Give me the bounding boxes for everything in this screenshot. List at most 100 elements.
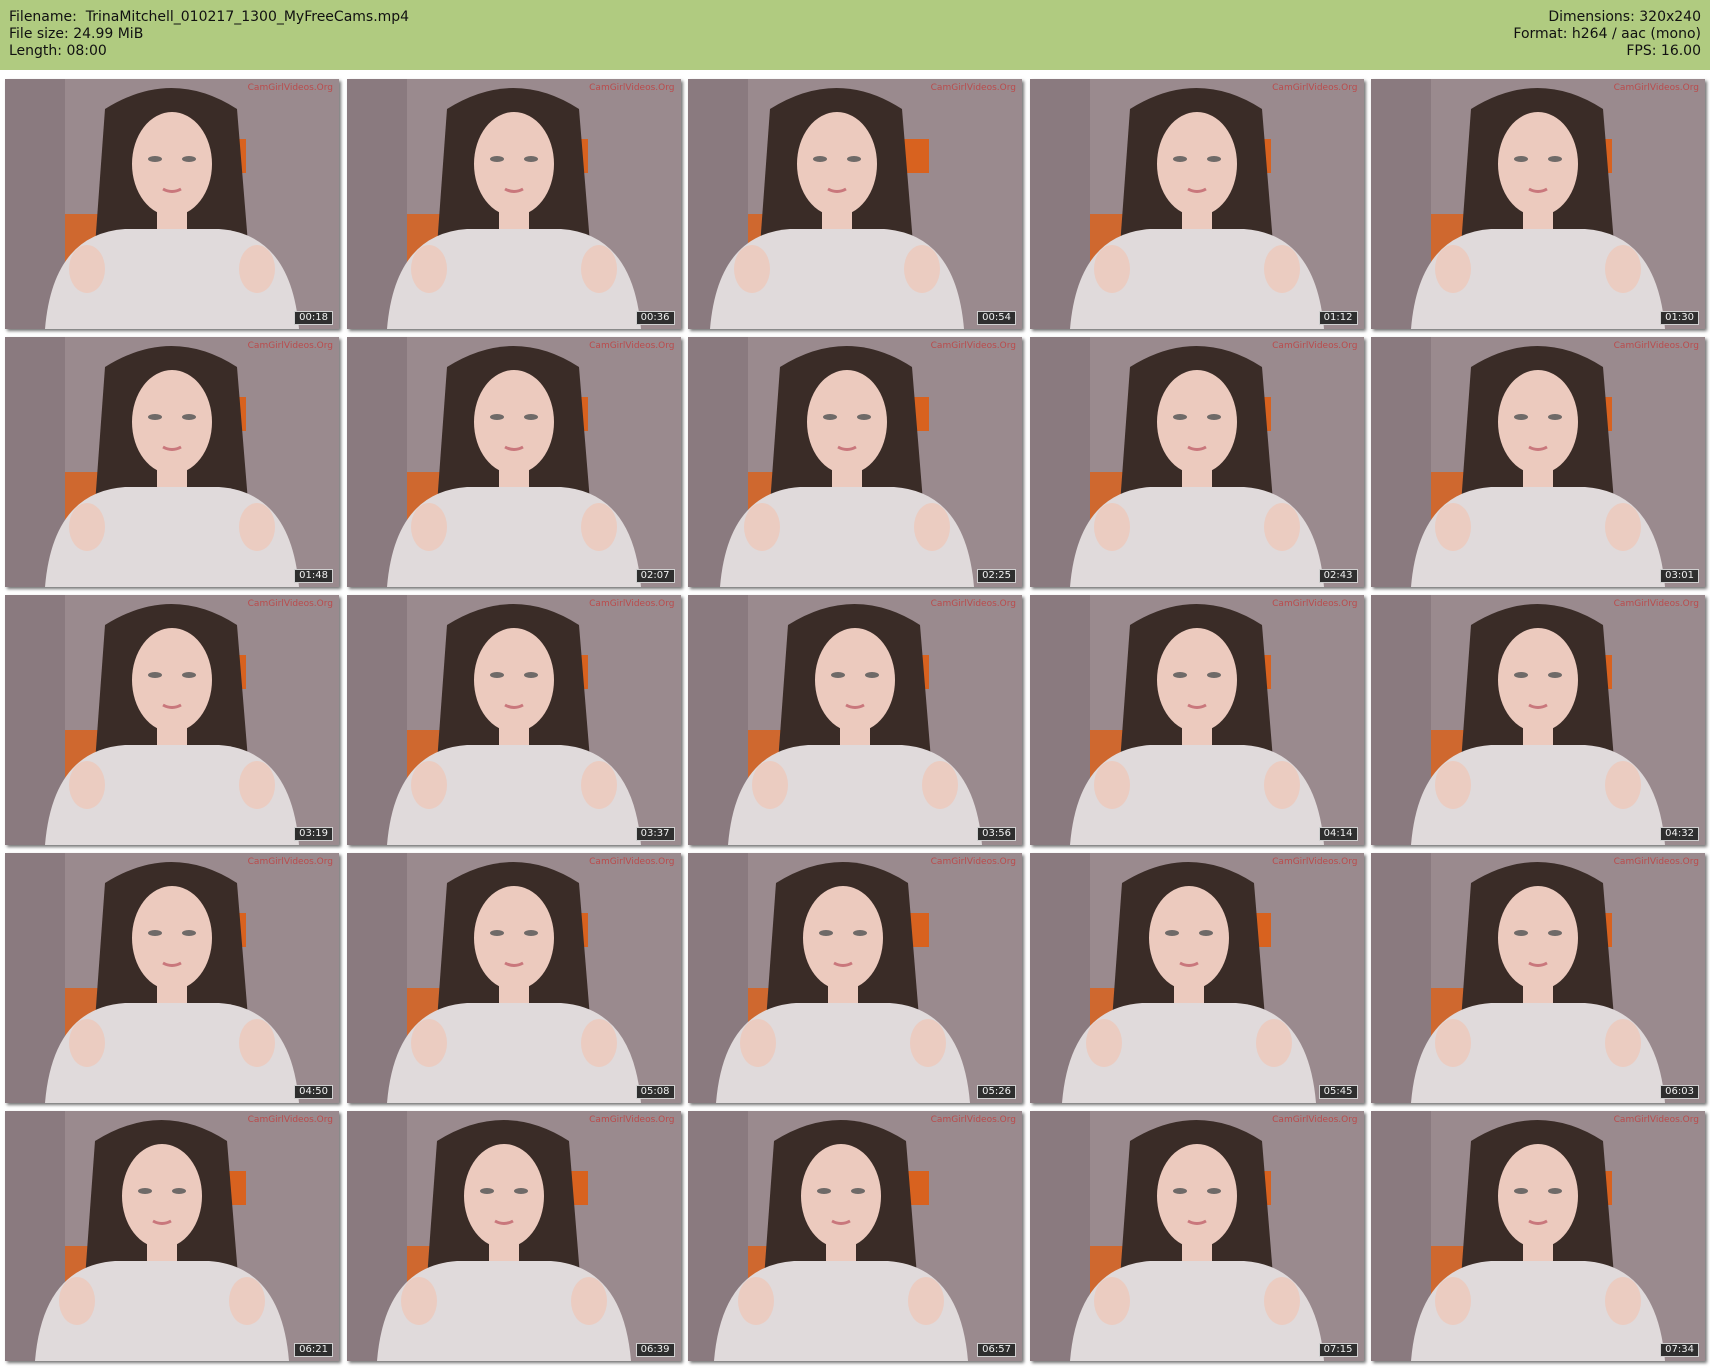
video-frame-thumbnail: CamGirlVideos.Org 06:03 — [1371, 853, 1705, 1103]
video-frame-thumbnail: CamGirlVideos.Org 07:15 — [1029, 1111, 1364, 1361]
watermark: CamGirlVideos.Org — [1272, 83, 1358, 93]
video-frame-thumbnail: CamGirlVideos.Org 04:32 — [1371, 595, 1705, 845]
watermark: CamGirlVideos.Org — [247, 341, 333, 351]
dimensions-row: Dimensions: 320x240 — [1513, 9, 1701, 26]
dimensions-label: Dimensions: — [1548, 9, 1635, 25]
fps-row: FPS: 16.00 — [1513, 43, 1701, 60]
watermark: CamGirlVideos.Org — [1613, 83, 1699, 93]
frame-timestamp: 04:32 — [1660, 827, 1699, 841]
frame-timestamp: 06:57 — [977, 1343, 1016, 1357]
watermark: CamGirlVideos.Org — [1613, 1115, 1699, 1125]
frame-timestamp: 06:39 — [635, 1343, 675, 1357]
info-right: Dimensions: 320x240 Format: h264 / aac (… — [1513, 9, 1701, 60]
info-left: Filename: TrinaMitchell_010217_1300_MyFr… — [9, 9, 409, 60]
frame-timestamp: 03:37 — [635, 827, 675, 841]
video-frame-thumbnail: CamGirlVideos.Org 00:36 — [346, 79, 681, 329]
watermark: CamGirlVideos.Org — [930, 341, 1016, 351]
frame-timestamp: 05:08 — [635, 1085, 675, 1099]
video-frame-thumbnail: CamGirlVideos.Org 04:50 — [5, 853, 339, 1103]
frame-image — [5, 595, 339, 845]
thumbnail-grid: CamGirlVideos.Org 00:18 CamGirlVideos.Org 0… — [5, 79, 1705, 1367]
frame-timestamp: 01:30 — [1660, 311, 1699, 325]
watermark: CamGirlVideos.Org — [247, 83, 333, 93]
video-frame-thumbnail: CamGirlVideos.Org 07:34 — [1371, 1111, 1705, 1361]
frame-image — [346, 853, 681, 1103]
frame-image — [5, 1111, 339, 1361]
video-frame-thumbnail: CamGirlVideos.Org 05:08 — [346, 853, 681, 1103]
watermark: CamGirlVideos.Org — [930, 857, 1016, 867]
watermark: CamGirlVideos.Org — [589, 1115, 675, 1125]
frame-image — [1029, 79, 1364, 329]
frame-image — [1371, 853, 1705, 1103]
frame-image — [1371, 337, 1705, 587]
info-header: Filename: TrinaMitchell_010217_1300_MyFr… — [0, 0, 1710, 70]
frame-image — [1371, 595, 1705, 845]
watermark: CamGirlVideos.Org — [1272, 341, 1358, 351]
length-label: Length: — [9, 43, 63, 59]
video-frame-thumbnail: CamGirlVideos.Org 04:14 — [1029, 595, 1364, 845]
video-frame-thumbnail: CamGirlVideos.Org 05:26 — [688, 853, 1022, 1103]
frame-timestamp: 05:45 — [1318, 1085, 1358, 1099]
watermark: CamGirlVideos.Org — [589, 857, 675, 867]
video-frame-thumbnail: CamGirlVideos.Org 06:57 — [688, 1111, 1022, 1361]
watermark: CamGirlVideos.Org — [589, 83, 675, 93]
filesize-row: File size: 24.99 MiB — [9, 26, 409, 43]
frame-timestamp: 00:36 — [635, 311, 675, 325]
watermark: CamGirlVideos.Org — [1613, 341, 1699, 351]
video-frame-thumbnail: CamGirlVideos.Org 02:43 — [1029, 337, 1364, 587]
frame-timestamp: 02:25 — [977, 569, 1016, 583]
video-frame-thumbnail: CamGirlVideos.Org 06:39 — [346, 1111, 681, 1361]
filename-row: Filename: TrinaMitchell_010217_1300_MyFr… — [9, 9, 409, 26]
watermark: CamGirlVideos.Org — [247, 1115, 333, 1125]
watermark: CamGirlVideos.Org — [930, 83, 1016, 93]
watermark: CamGirlVideos.Org — [930, 1115, 1016, 1125]
frame-timestamp: 04:50 — [294, 1085, 333, 1099]
dimensions-value: 320x240 — [1639, 9, 1701, 25]
watermark: CamGirlVideos.Org — [247, 857, 333, 867]
format-row: Format: h264 / aac (mono) — [1513, 26, 1701, 43]
watermark: CamGirlVideos.Org — [1272, 1115, 1358, 1125]
frame-image — [688, 595, 1022, 845]
frame-image — [1371, 79, 1705, 329]
frame-timestamp: 06:21 — [294, 1343, 333, 1357]
video-frame-thumbnail: CamGirlVideos.Org 01:30 — [1371, 79, 1705, 329]
video-frame-thumbnail: CamGirlVideos.Org 01:12 — [1029, 79, 1364, 329]
frame-image — [688, 79, 1022, 329]
watermark: CamGirlVideos.Org — [1613, 599, 1699, 609]
video-frame-thumbnail: CamGirlVideos.Org 03:37 — [346, 595, 681, 845]
video-frame-thumbnail: CamGirlVideos.Org 03:01 — [1371, 337, 1705, 587]
frame-timestamp: 03:56 — [977, 827, 1016, 841]
watermark: CamGirlVideos.Org — [247, 599, 333, 609]
frame-timestamp: 02:43 — [1318, 569, 1358, 583]
video-frame-thumbnail: CamGirlVideos.Org 01:48 — [5, 337, 339, 587]
frame-image — [688, 1111, 1022, 1361]
video-frame-thumbnail: CamGirlVideos.Org 03:19 — [5, 595, 339, 845]
frame-image — [1029, 337, 1364, 587]
frame-image — [688, 337, 1022, 587]
frame-image — [5, 853, 339, 1103]
frame-timestamp: 06:03 — [1660, 1085, 1699, 1099]
video-frame-thumbnail: CamGirlVideos.Org 00:54 — [688, 79, 1022, 329]
frame-timestamp: 07:34 — [1660, 1343, 1699, 1357]
frame-timestamp: 01:12 — [1318, 311, 1358, 325]
frame-image — [688, 853, 1022, 1103]
filesize-value: 24.99 MiB — [73, 26, 144, 42]
frame-image — [346, 79, 681, 329]
video-frame-thumbnail: CamGirlVideos.Org 06:21 — [5, 1111, 339, 1361]
length-row: Length: 08:00 — [9, 43, 409, 60]
watermark: CamGirlVideos.Org — [1272, 857, 1358, 867]
video-frame-thumbnail: CamGirlVideos.Org 05:45 — [1029, 853, 1364, 1103]
format-value: h264 / aac (mono) — [1571, 26, 1701, 42]
frame-image — [1029, 853, 1364, 1103]
length-value: 08:00 — [66, 43, 107, 59]
frame-image — [346, 595, 681, 845]
filename-value: TrinaMitchell_010217_1300_MyFreeCams.mp4 — [85, 9, 410, 25]
watermark: CamGirlVideos.Org — [589, 341, 675, 351]
fps-label: FPS: — [1626, 43, 1657, 59]
filesize-label: File size: — [9, 26, 69, 42]
watermark: CamGirlVideos.Org — [1272, 599, 1358, 609]
video-frame-thumbnail: CamGirlVideos.Org 02:25 — [688, 337, 1022, 587]
frame-image — [346, 1111, 681, 1361]
watermark: CamGirlVideos.Org — [589, 599, 675, 609]
frame-timestamp: 04:14 — [1318, 827, 1358, 841]
